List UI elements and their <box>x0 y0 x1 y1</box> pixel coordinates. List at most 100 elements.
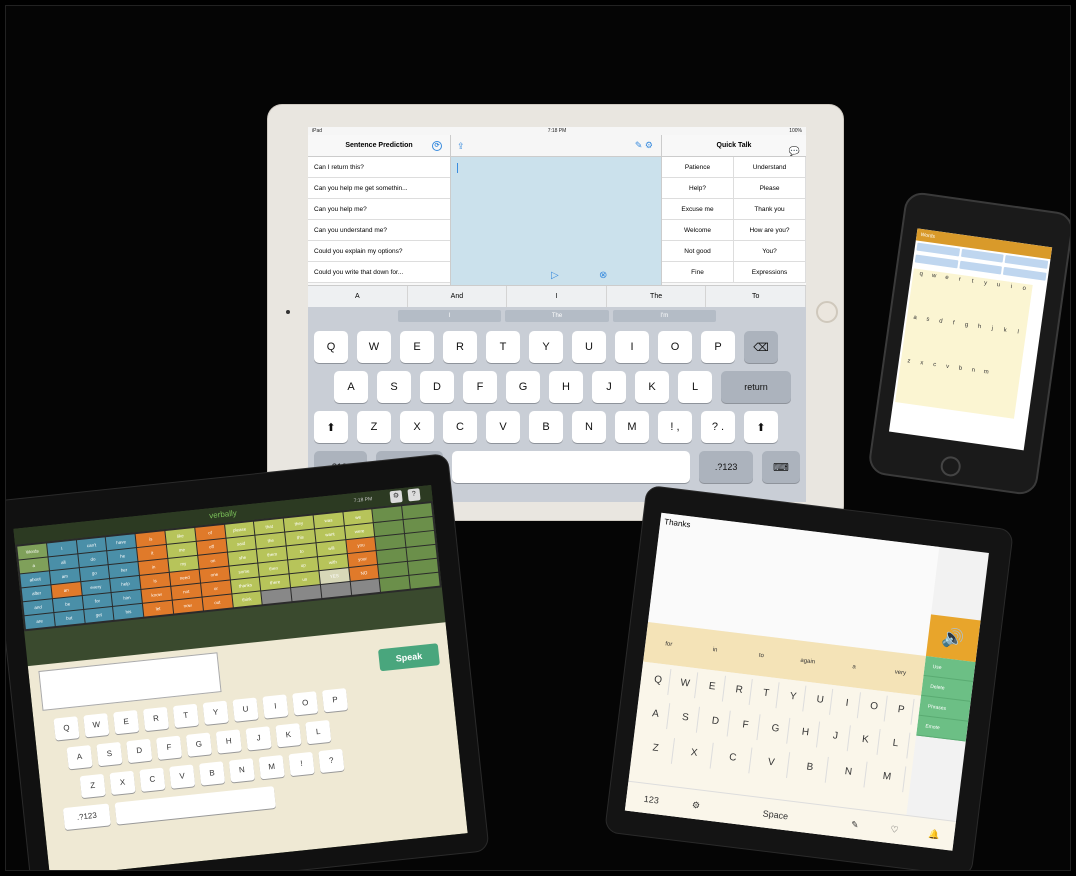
word-cell[interactable] <box>320 582 351 598</box>
suggestion[interactable]: I <box>398 310 502 322</box>
key[interactable]: Q <box>53 716 80 741</box>
key[interactable]: A <box>66 745 93 770</box>
sentence-row[interactable]: Can you help me? <box>308 199 450 220</box>
keyboard-dismiss-icon[interactable]: ⌨ <box>761 451 800 483</box>
clear-icon[interactable]: ⊗ <box>599 270 607 281</box>
key[interactable]: D <box>701 707 731 737</box>
return-key[interactable]: return <box>721 371 791 403</box>
backspace-icon[interactable]: ⌫ <box>744 331 778 363</box>
prediction-word[interactable]: A <box>308 286 408 307</box>
key[interactable]: J <box>245 726 272 751</box>
shift-icon[interactable]: ⬆ <box>314 411 348 443</box>
key[interactable]: J <box>592 371 626 403</box>
word-cell[interactable]: let <box>143 600 174 617</box>
key[interactable]: V <box>486 411 520 443</box>
key[interactable]: D <box>126 738 153 764</box>
note-icon[interactable]: ✎ <box>833 807 876 841</box>
settings-icon[interactable]: ⚙ <box>389 490 403 504</box>
key[interactable]: F <box>463 371 497 403</box>
home-button[interactable] <box>816 301 838 323</box>
key[interactable]: U <box>232 697 259 722</box>
word-cell[interactable]: get <box>83 606 114 623</box>
key[interactable]: J <box>821 722 851 752</box>
shift-icon-right[interactable]: ⬆ <box>744 411 778 443</box>
word-cell[interactable]: his <box>113 603 144 620</box>
key[interactable]: P <box>888 696 915 725</box>
key[interactable]: O <box>658 331 692 363</box>
key[interactable]: M <box>258 754 285 780</box>
key[interactable]: X <box>109 770 136 796</box>
word-cell[interactable] <box>350 578 381 595</box>
word-cell[interactable]: think <box>231 591 262 608</box>
key[interactable]: G <box>506 371 540 403</box>
quick-talk-cell[interactable]: Thank you <box>734 199 806 220</box>
heart-icon[interactable]: ♡ <box>873 812 916 846</box>
key[interactable]: G <box>761 714 791 744</box>
key[interactable]: E <box>113 709 140 735</box>
key[interactable]: G <box>185 732 213 757</box>
prediction-word[interactable]: again <box>782 639 833 684</box>
speech-bubble-icon[interactable]: 💬 <box>789 140 800 162</box>
prediction-word[interactable]: I <box>507 286 607 307</box>
key[interactable]: B <box>198 761 226 786</box>
bell-icon[interactable]: 🔔 <box>913 817 956 851</box>
key[interactable]: X <box>400 411 434 443</box>
key[interactable]: O <box>292 691 319 716</box>
key[interactable]: L <box>678 371 712 403</box>
key[interactable]: ? <box>318 748 345 774</box>
numbers-key[interactable]: .?123 <box>62 803 111 831</box>
word-cell[interactable] <box>291 585 322 602</box>
space-key[interactable] <box>452 451 691 483</box>
numbers-key-right[interactable]: .?123 <box>699 451 753 483</box>
key[interactable]: E <box>699 672 726 702</box>
key[interactable]: T <box>753 679 780 709</box>
settings-icon[interactable]: ⚙ <box>674 788 717 822</box>
key[interactable]: N <box>572 411 606 443</box>
message-input[interactable] <box>38 652 222 711</box>
key[interactable]: C <box>139 767 166 792</box>
key[interactable]: A <box>334 371 368 403</box>
key[interactable]: Y <box>529 331 563 363</box>
word-cell[interactable]: out <box>202 594 233 611</box>
speak-button[interactable]: Speak <box>377 643 440 672</box>
key[interactable]: ? . <box>701 411 735 443</box>
key[interactable]: Q <box>314 331 348 363</box>
key[interactable]: E <box>400 331 434 363</box>
key[interactable]: I <box>262 694 289 719</box>
quick-talk-cell[interactable]: You? <box>734 241 806 262</box>
quick-talk-cell[interactable]: Not good <box>662 241 734 262</box>
prediction-word[interactable]: The <box>607 286 707 307</box>
key[interactable]: V <box>169 764 196 789</box>
key[interactable]: K <box>635 371 669 403</box>
key[interactable]: H <box>791 718 821 748</box>
sentence-row[interactable]: Could you explain my options? <box>308 241 450 262</box>
key[interactable]: S <box>671 703 701 733</box>
word-cell[interactable]: are <box>24 613 55 630</box>
key[interactable]: H <box>549 371 583 403</box>
share-icon[interactable]: ⇪ <box>457 141 465 152</box>
key[interactable]: T <box>486 331 520 363</box>
key[interactable]: W <box>672 669 699 699</box>
key[interactable]: I <box>615 331 649 363</box>
play-icon[interactable]: ▷ <box>551 270 559 281</box>
sentence-row[interactable]: Can you understand me? <box>308 220 450 241</box>
word-cell[interactable] <box>380 575 411 592</box>
key[interactable]: S <box>96 741 123 767</box>
quick-talk-cell[interactable]: Fine <box>662 262 734 283</box>
key[interactable]: P <box>321 688 349 713</box>
key[interactable]: N <box>228 758 255 783</box>
key[interactable]: S <box>377 371 411 403</box>
help-icon[interactable]: ? <box>407 488 421 502</box>
key[interactable]: T <box>172 703 199 729</box>
key[interactable]: ! , <box>658 411 692 443</box>
key[interactable]: W <box>83 713 110 738</box>
quick-talk-cell[interactable]: Welcome <box>662 220 734 241</box>
key[interactable]: ! <box>288 751 315 777</box>
speaker-icon[interactable]: 🔊 <box>925 614 981 663</box>
key[interactable]: C <box>714 743 753 774</box>
prediction-word[interactable]: to <box>736 633 787 678</box>
key[interactable]: Z <box>79 773 106 799</box>
key[interactable]: Y <box>202 700 229 725</box>
key[interactable]: V <box>752 748 791 779</box>
quick-talk-cell[interactable]: Help? <box>662 178 734 199</box>
